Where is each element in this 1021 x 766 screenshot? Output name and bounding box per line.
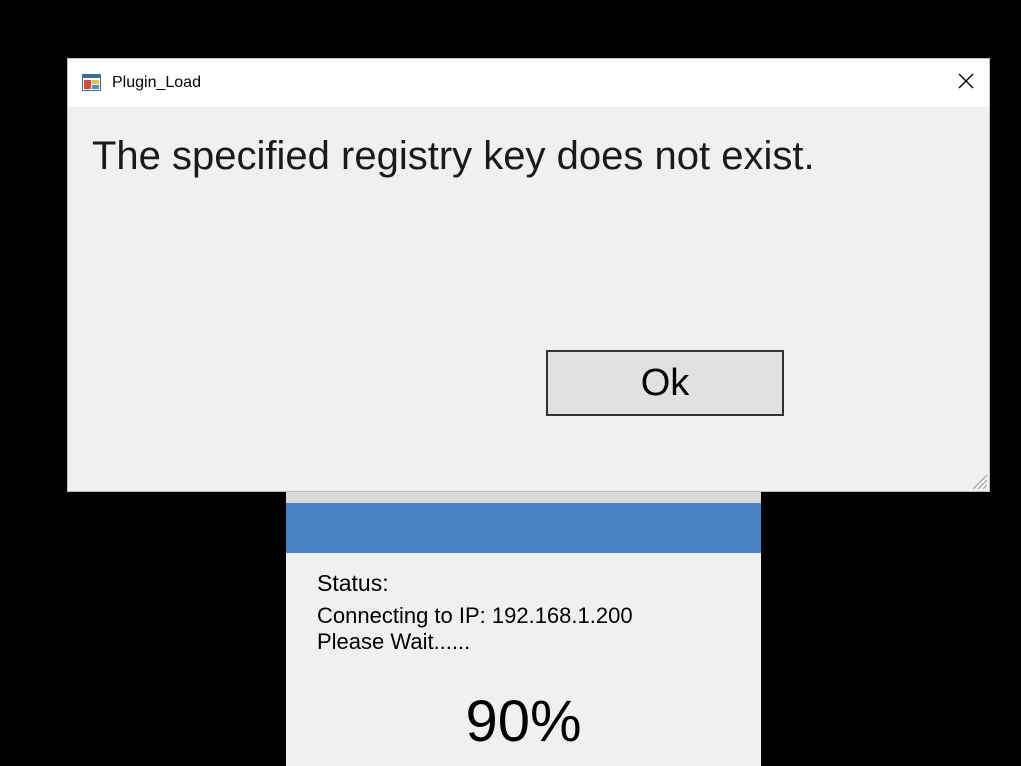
dialog-title: Plugin_Load — [112, 74, 201, 91]
close-icon — [958, 73, 974, 94]
close-button[interactable] — [943, 59, 989, 107]
status-body: Status: Connecting to IP: 192.168.1.200 … — [286, 553, 761, 655]
screen: Status: Connecting to IP: 192.168.1.200 … — [0, 0, 1021, 766]
progress-percent: 90% — [465, 689, 582, 754]
status-wait-line: Please Wait...... — [317, 629, 471, 654]
status-heading: Status: — [317, 570, 389, 596]
application-window-icon — [82, 74, 101, 91]
status-window-header-bar — [286, 503, 761, 553]
error-message: The specified registry key does not exis… — [92, 134, 815, 178]
status-window: Status: Connecting to IP: 192.168.1.200 … — [286, 484, 761, 766]
plugin-load-dialog: Plugin_Load The specified registry key d… — [68, 59, 989, 491]
status-connecting-line: Connecting to IP: 192.168.1.200 — [317, 603, 633, 628]
dialog-titlebar[interactable]: Plugin_Load — [68, 59, 989, 107]
resize-grip-icon[interactable] — [967, 469, 989, 491]
ok-button[interactable]: Ok — [546, 350, 784, 416]
